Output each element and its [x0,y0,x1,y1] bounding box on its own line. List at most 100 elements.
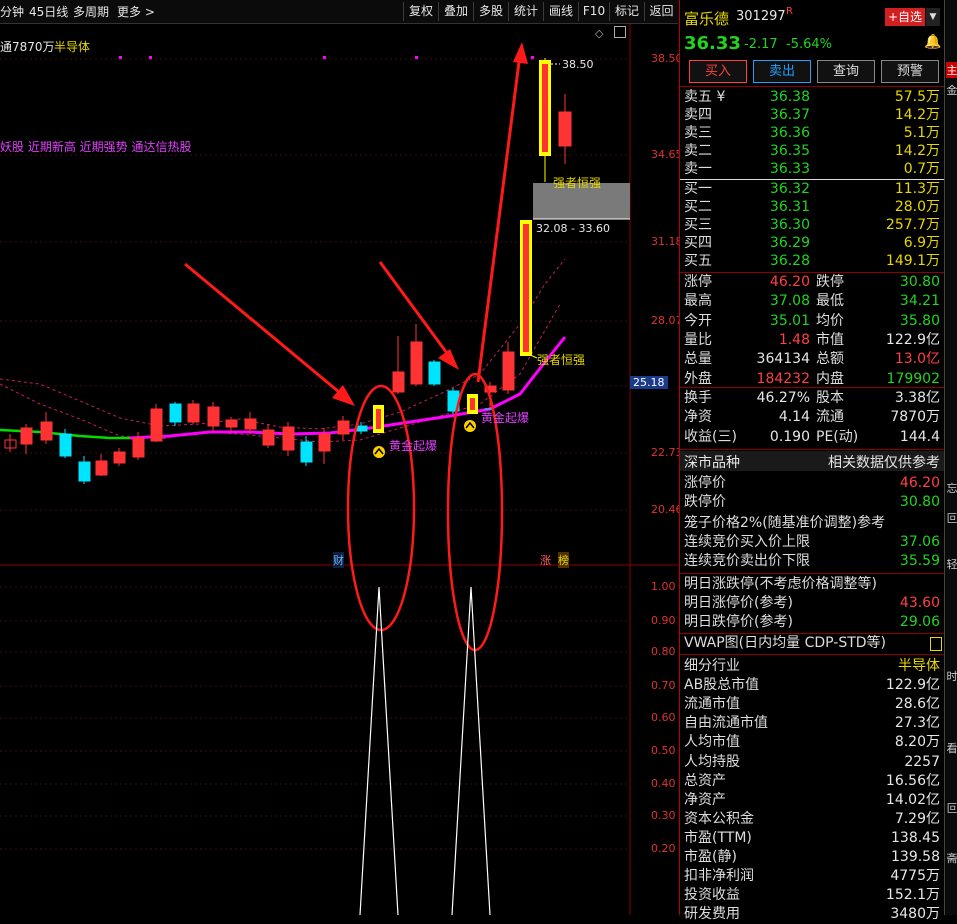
stat-value: 184232 [756,370,810,387]
kline-chart[interactable]: 通7870万 半导体 妖股 近期新高 近期强势 通达信热股 38.50 强者恒强… [0,24,683,915]
bid-row[interactable]: 买一 36.32 11.3万 [684,180,942,199]
fundamental-value: 半导体 [898,658,940,674]
stat-label: 今开 [684,312,712,329]
ask-row[interactable]: 卖二 36.35 14.2万 [684,142,942,161]
fundamental-row: 市盈(静) 139.58 [684,848,942,867]
bid-price: 36.31 [769,199,810,215]
more-menu[interactable]: 更多 > [117,3,155,20]
price-change: -2.17 [744,37,778,52]
tab-reference-note[interactable]: 相关数据仅供参考 [828,452,940,472]
ask-price: 36.33 [769,161,810,177]
kline-svg [0,24,678,915]
stat-row: 净资 4.14 流通 7870万 [684,408,942,427]
statistics-button[interactable]: 统计 [508,2,543,21]
stat-label: 跌停 [816,274,844,290]
mark-button[interactable]: 标记 [609,2,644,21]
stat-row: 换手 46.27% 股本 3.38亿 [684,389,942,408]
draw-line-button[interactable]: 画线 [543,2,578,21]
stat-label: 最高 [684,293,712,310]
next-limit-up-row: 明日涨停价(参考) 43.60 [684,595,940,611]
side-tab[interactable]: 金 [946,82,957,98]
ask-row[interactable]: 卖四 36.37 14.2万 [684,106,942,125]
multi-period-tab[interactable]: 多周期 [73,3,109,20]
stat-row: 涨停 46.20 跌停 30.80 [684,273,942,292]
ask-row[interactable]: 卖三 36.36 5.1万 [684,124,942,143]
stat-label: 最低 [816,293,844,310]
bid-volume: 257.7万 [885,217,940,233]
multi-stock-button[interactable]: 多股 [473,2,508,21]
f10-button[interactable]: F10 [578,2,609,21]
chart-toolbar: 分钟 45日线 多周期 更多 > 复权 叠加 多股 统计 画线 F10 标记 返… [0,0,678,24]
list-marker[interactable]: 榜 [558,552,569,568]
fundamental-label: 市盈(静) [684,849,737,865]
bid-row[interactable]: 买四 36.29 6.9万 [684,234,942,253]
y-tick: 38.50 [651,52,683,65]
side-tab[interactable]: 轻 [946,556,957,572]
watchlist-dropdown-icon[interactable]: ▼ [926,8,940,26]
fundamental-label: 扣非净利润 [684,868,754,885]
buy-button[interactable]: 买入 [689,60,747,83]
side-tab[interactable]: 看 [946,740,957,756]
stat-label: 市值 [816,331,844,348]
stat-value: 35.80 [899,312,940,329]
period-minute-tab[interactable]: 分钟 [0,3,24,20]
bid-label: 买一 [684,181,712,197]
ask-row[interactable]: 卖一 36.33 0.7万 [684,160,942,179]
add-watchlist-button[interactable]: +自选 [885,8,925,26]
bid-row[interactable]: 买五 36.28 149.1万 [684,252,942,271]
stat-label: 外盘 [684,370,712,387]
back-button[interactable]: 返回 [644,2,678,21]
ask-volume: 57.5万 [894,89,940,105]
ask-row[interactable]: 卖五 ¥ 36.38 57.5万 [684,88,942,107]
stat-value: 1.48 [778,331,810,348]
fundamental-label: 自由流通市值 [684,715,768,732]
vwap-row[interactable]: VWAP图(日内均量 CDP-STD等) [684,634,942,653]
vwap-icon[interactable] [930,637,942,651]
fundamental-label: 人均持股 [684,753,740,770]
ask-label: 卖一 [684,161,712,177]
side-tab[interactable]: 叵 [946,510,957,526]
lower-y-tick: 0.90 [651,614,676,627]
stat-label: 净资 [684,409,712,426]
next-limit-down-row: 明日跌停价(参考) 29.06 [684,614,940,630]
lower-y-tick: 0.20 [651,842,676,855]
tab-market-type[interactable]: 深市品种 [684,452,740,472]
stat-value: 7870万 [890,409,940,426]
side-tab[interactable]: 忘 [946,480,957,496]
finance-marker[interactable]: 财 [333,552,344,568]
sell-button[interactable]: 卖出 [753,60,811,83]
stat-value: 0.190 [769,428,810,445]
query-button[interactable]: 查询 [817,60,875,83]
ma45-tab[interactable]: 45日线 [29,3,68,20]
stat-label: 量比 [684,331,712,348]
restore-rights-button[interactable]: 复权 [403,2,438,21]
diamond-icon[interactable]: ◇ [595,27,603,40]
stock-flag: R [786,6,793,17]
limit-up-marker[interactable]: 涨 [540,552,551,568]
bell-icon[interactable]: 🔔 [924,34,941,50]
side-tab[interactable]: 叵 [946,800,957,816]
bid-volume: 11.3万 [894,181,940,197]
auction-sell-row: 连续竞价卖出价下限 35.59 [684,553,940,569]
side-tab[interactable]: 斋 [946,850,957,866]
fundamental-row: 总资产 16.56亿 [684,772,942,791]
current-price-tag: 25.18 [630,376,668,389]
fundamental-label: 市盈(TTM) [684,829,752,846]
fundamental-label: AB股总市值 [684,677,760,694]
price-change-pct: -5.64% [786,37,832,52]
bid-row[interactable]: 买三 36.30 257.7万 [684,216,942,235]
stat-label: 流通 [816,409,844,426]
bid-row[interactable]: 买二 36.31 28.0万 [684,198,942,217]
stock-name: 富乐德 [684,10,730,28]
overlay-button[interactable]: 叠加 [438,2,473,21]
fundamental-label: 流通市值 [684,696,740,713]
window-icon[interactable] [614,26,626,38]
side-tab[interactable]: 时 [946,668,957,684]
stat-value: 122.9亿 [885,331,940,348]
limit-up-price-row: 涨停价 46.20 [684,475,940,491]
side-tab-main[interactable]: 主 [946,62,957,78]
ask-price: 36.35 [769,143,810,159]
alert-button[interactable]: 预警 [881,60,939,83]
ask-volume: 5.1万 [903,125,940,141]
stat-row: 外盘 184232 内盘 179902 [684,370,942,389]
